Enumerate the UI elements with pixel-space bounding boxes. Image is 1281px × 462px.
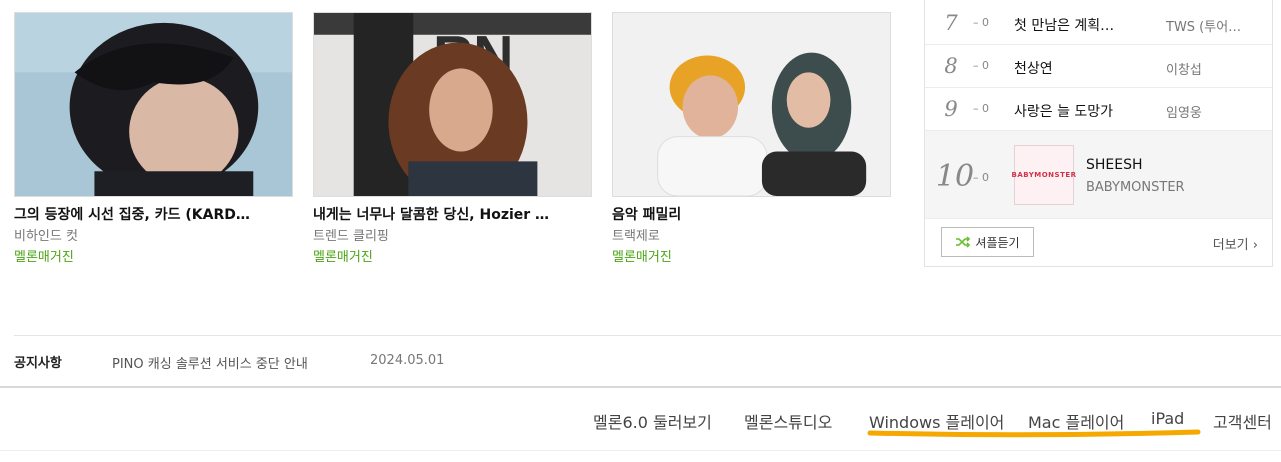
article-category: 트렌드 클리핑	[313, 229, 389, 244]
chart-row[interactable]: 7 – 0 첫 만남은 계획… TWS (투어…	[925, 2, 1272, 45]
article-title[interactable]: 그의 등장에 시선 집중, 카드 (KARD…	[14, 206, 293, 224]
notice-link[interactable]: PINO 캐싱 솔루션 서비스 중단 안내	[112, 353, 308, 372]
artist-name[interactable]: 이창섭	[1166, 59, 1202, 78]
highlight-underline	[867, 429, 1201, 438]
song-title[interactable]: SHEESH	[1086, 157, 1143, 173]
article-card-3[interactable]: 음악 패밀리 트랙제로 멜론매거진	[612, 12, 891, 266]
shuffle-button[interactable]: 셔플듣기	[941, 227, 1034, 257]
rank-change: – 0	[973, 171, 989, 184]
album-cover[interactable]: BABYMONSTER	[1011, 145, 1077, 205]
article-category: 비하인드 컷	[14, 229, 78, 244]
article-source[interactable]: 멜론매거진	[612, 249, 891, 266]
footer-divider	[0, 386, 1281, 388]
article-category: 트랙제로	[612, 229, 660, 244]
rank-change: – 0	[973, 102, 989, 115]
chart-panel: 7 – 0 첫 만남은 계획… TWS (투어… 8 – 0 천상연 이창섭 9…	[924, 0, 1273, 267]
article-title[interactable]: 음악 패밀리	[612, 206, 891, 224]
rank-change: – 0	[973, 59, 989, 72]
footer-link-melon-tour[interactable]: 멜론6.0 둘러보기	[593, 409, 712, 433]
song-title[interactable]: 사랑은 늘 도망가	[1014, 101, 1113, 121]
chart-row[interactable]: 9 – 0 사랑은 늘 도망가 임영웅	[925, 88, 1272, 131]
shuffle-icon	[956, 236, 971, 248]
chart-row-featured[interactable]: 10 – 0 BABYMONSTER SHEESH BABYMONSTER	[925, 131, 1272, 219]
notice-divider	[14, 335, 1281, 336]
footer-bottom-divider	[0, 450, 1281, 451]
artist-name[interactable]: 임영웅	[1166, 102, 1202, 121]
more-label: 더보기	[1212, 238, 1249, 253]
article-thumbnail[interactable]	[14, 12, 293, 197]
rank-number: 9	[944, 97, 958, 121]
article-title[interactable]: 내게는 너무나 달콤한 당신, Hozier …	[313, 206, 592, 224]
footer-link-melon-studio[interactable]: 멜론스튜디오	[744, 409, 832, 433]
notice-date: 2024.05.01	[370, 353, 445, 368]
album-cover-text: BABYMONSTER	[1011, 171, 1077, 179]
more-link[interactable]: 더보기 ›	[1213, 234, 1258, 253]
article-thumbnail[interactable]: RN	[313, 12, 592, 197]
rank-change: – 0	[973, 16, 989, 29]
rank-number: 8	[944, 54, 958, 78]
chart-row[interactable]: 8 – 0 천상연 이창섭	[925, 45, 1272, 88]
article-source[interactable]: 멜론매거진	[313, 249, 592, 266]
article-card-2[interactable]: RN 내게는 너무나 달콤한 당신, Hozier … 트렌드 클리핑 멜론매거…	[313, 12, 592, 266]
article-source[interactable]: 멜론매거진	[14, 249, 293, 266]
article-thumbnail[interactable]	[612, 12, 891, 197]
notice-label: 공지사항	[14, 356, 62, 371]
song-title[interactable]: 첫 만남은 계획…	[1014, 15, 1114, 35]
footer-link-customer-center[interactable]: 고객센터	[1213, 409, 1272, 433]
song-title[interactable]: 천상연	[1014, 58, 1053, 78]
artist-name[interactable]: BABYMONSTER	[1086, 180, 1185, 195]
footer-link-ipad[interactable]: iPad	[1151, 409, 1184, 428]
article-card-1[interactable]: 그의 등장에 시선 집중, 카드 (KARD… 비하인드 컷 멜론매거진	[14, 12, 293, 266]
shuffle-label: 셔플듣기	[975, 235, 1020, 250]
chevron-right-icon: ›	[1252, 238, 1258, 253]
rank-number: 7	[944, 11, 958, 35]
artist-name[interactable]: TWS (투어…	[1166, 16, 1241, 35]
